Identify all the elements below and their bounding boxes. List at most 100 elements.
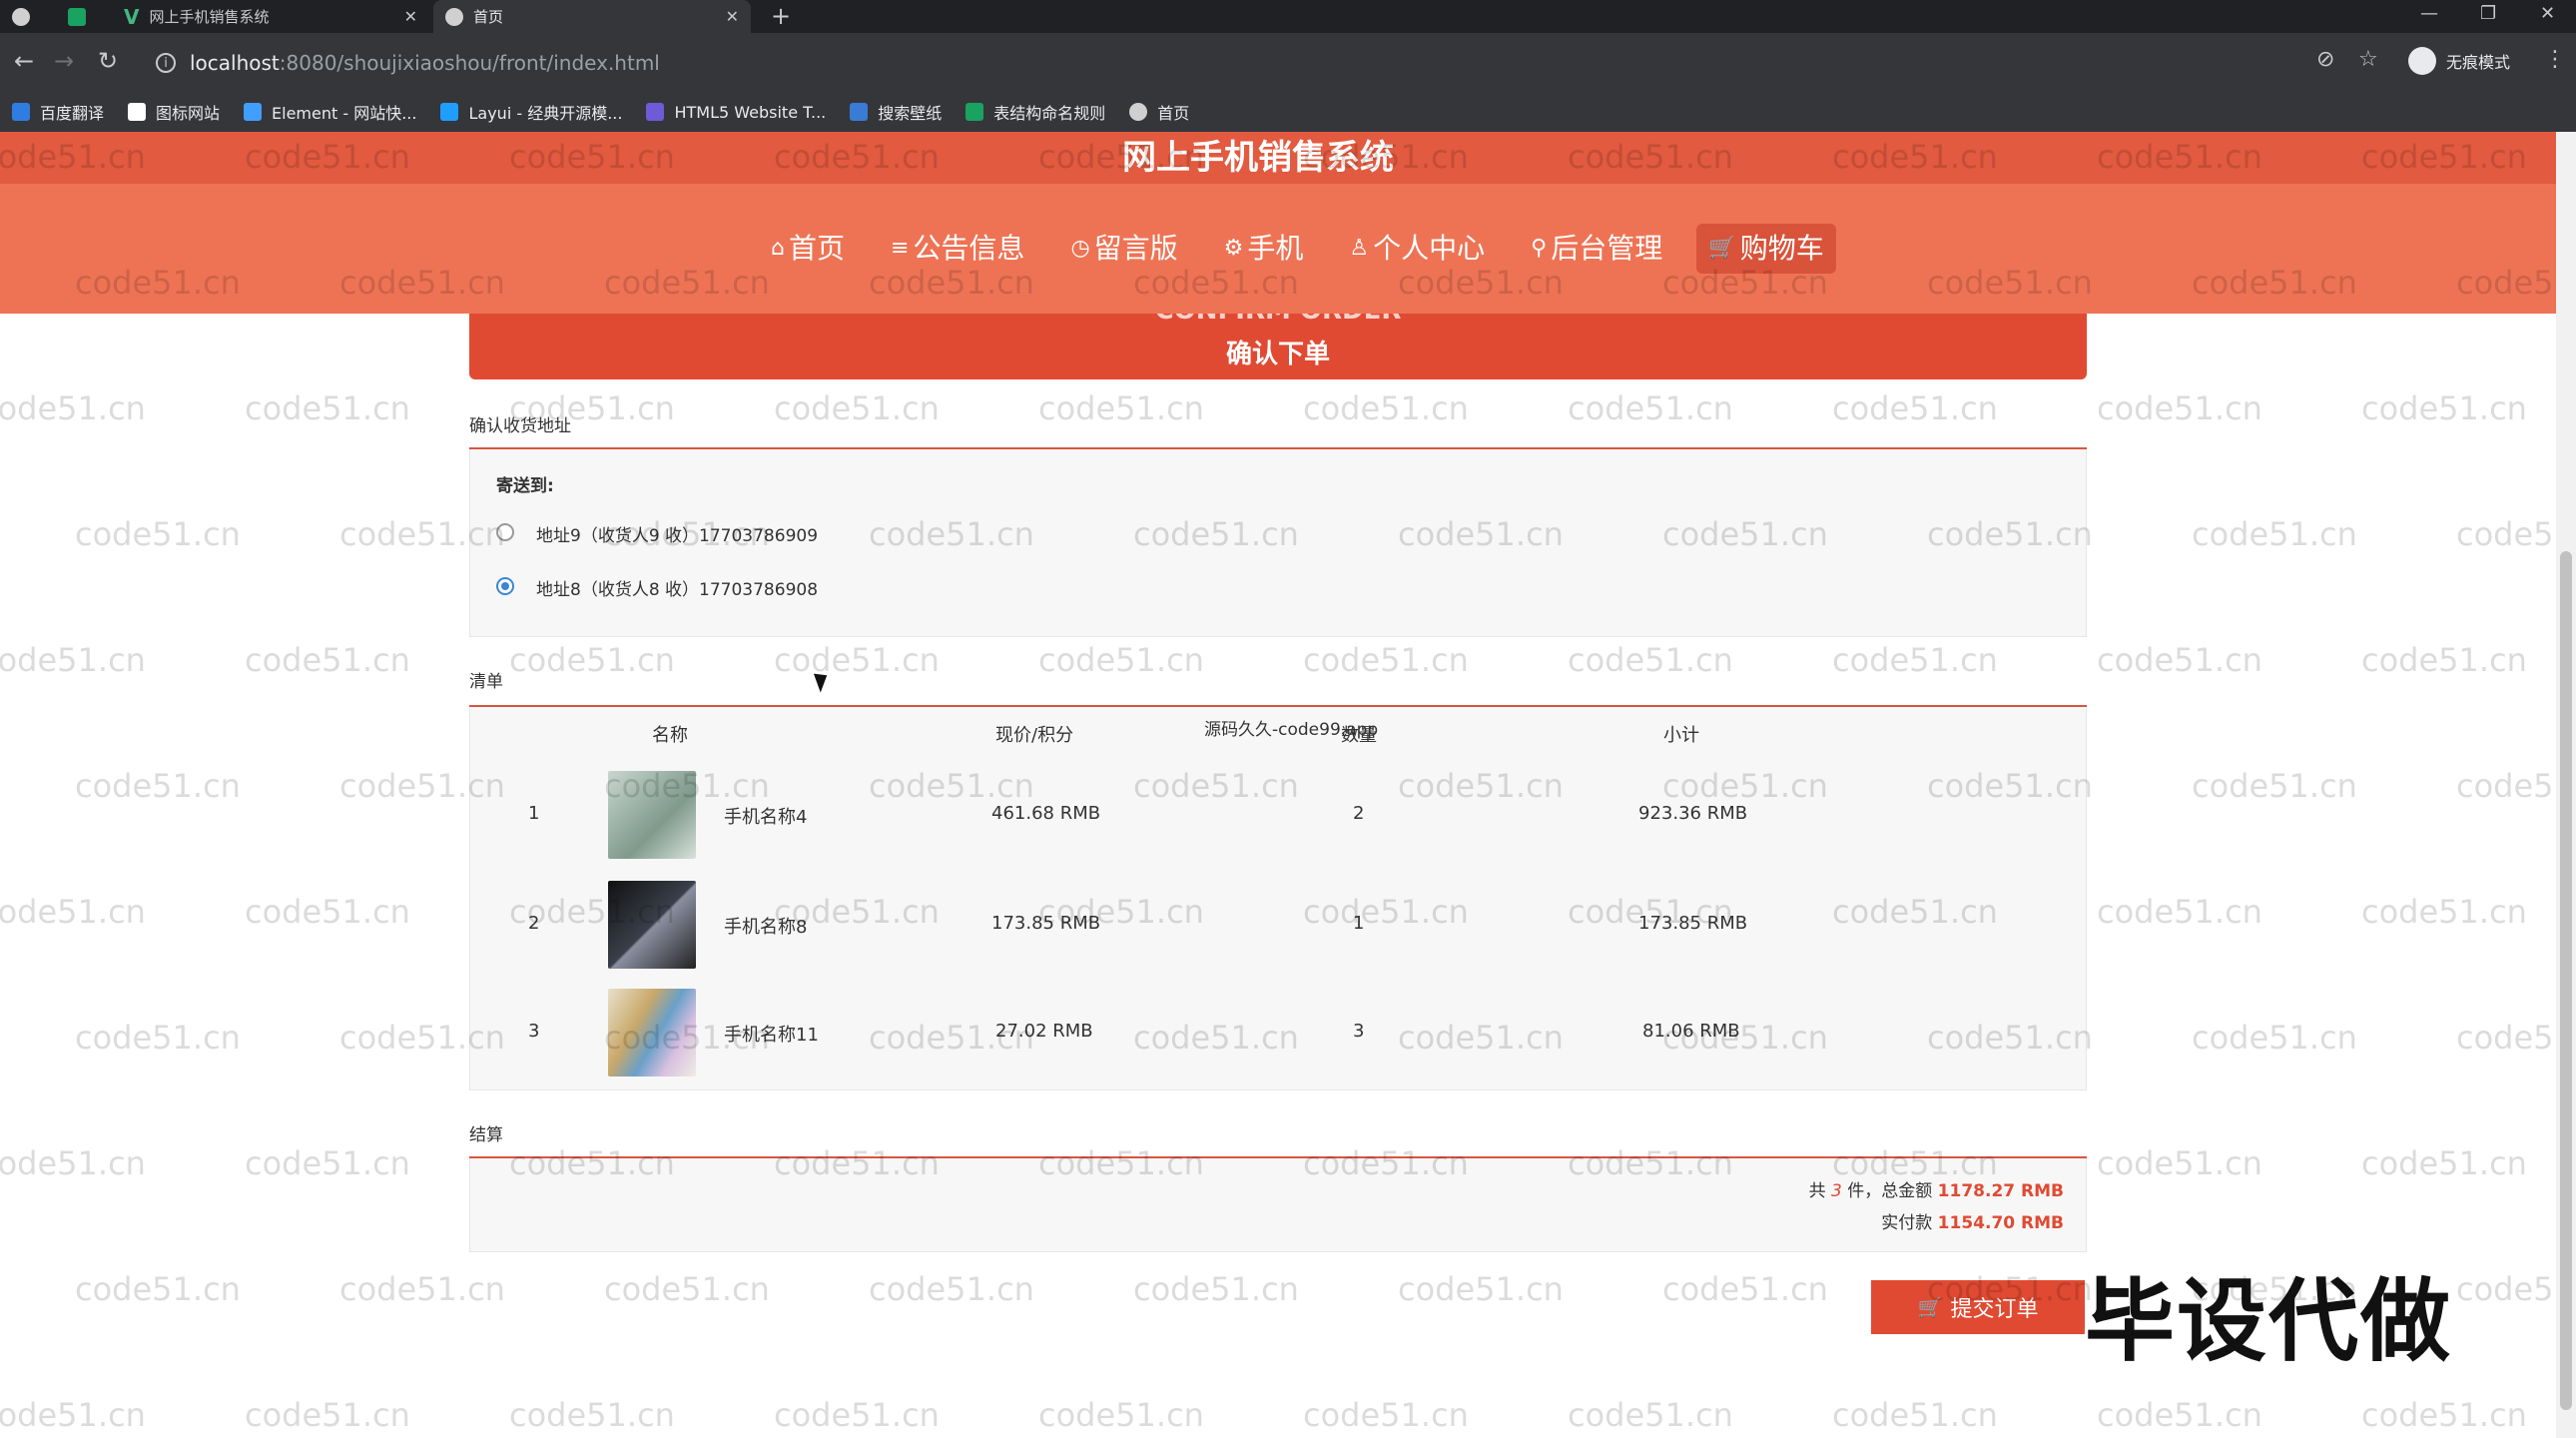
link-icon: ⚲	[1531, 236, 1548, 261]
address-option-1[interactable]: 地址9（收货人9 收）17703786909	[496, 521, 819, 546]
address-option-2[interactable]: 地址8（收货人8 收）17703786908	[496, 575, 818, 600]
product-name: 手机名称4	[724, 807, 808, 828]
nav-messages[interactable]: ◷ 留言版	[1058, 224, 1189, 274]
browser-tab-2[interactable]	[56, 0, 112, 33]
bookmark-label: HTML5 Website T...	[674, 102, 827, 122]
table-row: 3 手机名称11 27.02 RMB 3 81.06 RMB	[470, 979, 2088, 1086]
site-header: 网上手机销售系统	[0, 132, 2556, 184]
address-panel: 寄送到: 地址9（收货人9 收）17703786909 地址8（收货人8 收）1…	[469, 449, 2087, 637]
nav-label: 手机	[1247, 232, 1304, 265]
bookmark-item[interactable]: 百度翻译	[12, 100, 104, 124]
address-text: 地址9（收货人9 收）17703786909	[536, 526, 819, 546]
bookmark-label: Layui - 经典开源模...	[468, 104, 623, 123]
bookmark-item[interactable]: 表结构命名规则	[966, 100, 1105, 124]
browser-tab-3[interactable]: V 网上手机销售系统 ✕	[112, 0, 429, 33]
bookmark-item[interactable]: Element - 网站快...	[244, 100, 416, 124]
cart-icon: 🛒	[1708, 236, 1736, 261]
bookmark-label: Element - 网站快...	[272, 104, 417, 123]
overlay-caption: 毕设代做	[2085, 1269, 2452, 1374]
nav-profile[interactable]: ♙ 个人中心	[1337, 224, 1497, 274]
nav-label: 公告信息	[913, 232, 1025, 265]
eye-off-icon[interactable]: ⊘	[2316, 47, 2334, 72]
submit-label: 提交订单	[1950, 1297, 2039, 1322]
address-radio-selected[interactable]	[496, 577, 514, 595]
bookmark-item[interactable]: 搜索壁纸	[850, 100, 942, 124]
row-index: 3	[528, 1021, 540, 1042]
table-row: 2 手机名称8 173.85 RMB 1 173.85 RMB	[470, 871, 2088, 979]
paid-line: 实付款 1154.70 RMB	[1881, 1208, 2064, 1233]
product-name: 手机名称8	[724, 917, 808, 938]
site-info-icon[interactable]: i	[156, 53, 176, 73]
forward-icon[interactable]: →	[54, 47, 74, 75]
product-thumbnail[interactable]	[608, 881, 696, 969]
product-thumbnail[interactable]	[608, 771, 696, 859]
address-section-title: 确认收货地址	[469, 416, 571, 436]
restore-icon[interactable]: ❐	[2480, 3, 2496, 24]
globe-icon	[1129, 103, 1148, 121]
flag-icon	[128, 103, 147, 121]
user-icon: ♙	[1349, 236, 1370, 261]
order-total: 1178.27 RMB	[1937, 1181, 2064, 1201]
bookmark-item[interactable]: HTML5 Website T...	[646, 103, 826, 122]
ship-to-label: 寄送到:	[496, 476, 554, 496]
product-price: 461.68 RMB	[991, 803, 1101, 824]
wallpaper-icon	[850, 103, 869, 121]
tab-title: 网上手机销售系统	[149, 8, 270, 26]
url-host: localhost	[190, 51, 280, 75]
nav-cart[interactable]: 🛒 购物车	[1696, 224, 1836, 274]
nav-home[interactable]: ⌂ 首页	[759, 224, 857, 274]
site-title: 网上手机销售系统	[1122, 138, 1394, 178]
nav-label: 个人中心	[1373, 232, 1486, 265]
product-qty: 1	[1353, 913, 1365, 934]
confirm-order-banner: CONFIRM ORDER 确认下单	[469, 314, 2087, 379]
minimize-icon[interactable]: —	[2420, 3, 2438, 24]
paid-label: 实付款	[1881, 1213, 1933, 1233]
home-icon: ⌂	[771, 236, 785, 261]
item-count: 3	[1831, 1181, 1842, 1201]
globe-icon	[12, 7, 30, 26]
paid-amount: 1154.70 RMB	[1937, 1213, 2064, 1233]
back-icon[interactable]: ←	[14, 47, 34, 75]
url-path: :8080/shoujixiaoshou/front/index.html	[279, 51, 660, 75]
nav-announcements[interactable]: ≡ 公告信息	[879, 224, 1036, 274]
menu-dots-icon[interactable]: ⋮	[2544, 47, 2566, 72]
tab-title: 首页	[473, 8, 504, 26]
browser-tab-1[interactable]	[0, 0, 56, 33]
page-scrollbar[interactable]	[2556, 132, 2576, 1438]
submit-order-button[interactable]: 🛒 提交订单	[1871, 1280, 2085, 1334]
close-icon[interactable]: ✕	[404, 7, 417, 26]
settle-section-title: 结算	[469, 1125, 503, 1145]
address-bar[interactable]: i localhost:8080/shoujixiaoshou/front/in…	[140, 43, 2306, 83]
bookmark-item[interactable]: 图标网站	[128, 100, 220, 124]
scrollbar-thumb[interactable]	[2560, 551, 2572, 1410]
product-price: 173.85 RMB	[991, 913, 1101, 934]
address-radio[interactable]	[496, 523, 514, 541]
product-thumbnail[interactable]	[608, 989, 696, 1077]
page-content: 网上手机销售系统 ⌂ 首页 ≡ 公告信息 ◷ 留言版 ⚙ 手机 ♙ 个人中心 ⚲ 后台管理 …	[0, 132, 2556, 1438]
table-icon	[966, 103, 984, 121]
star-icon[interactable]: ☆	[2358, 47, 2378, 72]
nav-label: 购物车	[1739, 232, 1824, 265]
reload-icon[interactable]: ↻	[98, 47, 118, 75]
bookmark-label: 首页	[1157, 104, 1190, 123]
bookmark-item[interactable]: Layui - 经典开源模...	[440, 100, 622, 124]
bookmark-label: 图标网站	[156, 104, 221, 123]
incognito-icon	[2408, 47, 2436, 75]
vue-icon: V	[124, 4, 140, 29]
browser-tab-4[interactable]: 首页 ✕	[433, 0, 751, 33]
close-icon[interactable]: ✕	[726, 7, 739, 26]
globe-icon	[445, 7, 463, 26]
settlement-panel: 共 3 件，总金额 1178.27 RMB 实付款 1154.70 RMB	[469, 1158, 2087, 1252]
nav-admin[interactable]: ⚲ 后台管理	[1519, 224, 1674, 274]
window-close-icon[interactable]: ✕	[2540, 3, 2555, 24]
incognito-label: 无痕模式	[2446, 53, 2511, 72]
gear-icon: ⚙	[1223, 236, 1244, 261]
incognito-indicator[interactable]: 无痕模式	[2408, 47, 2510, 75]
cart-icon: 🛒	[1917, 1295, 1943, 1319]
bookmark-item[interactable]: 首页	[1129, 100, 1189, 124]
new-tab-button[interactable]: +	[771, 2, 791, 30]
column-header-subtotal: 小计	[1663, 725, 1699, 746]
order-items-panel: 名称 现价/积分 数量 小计 1 手机名称4 461.68 RMB 2 923.…	[469, 707, 2087, 1090]
nav-phones[interactable]: ⚙ 手机	[1212, 224, 1316, 274]
product-subtotal: 923.36 RMB	[1638, 803, 1748, 824]
